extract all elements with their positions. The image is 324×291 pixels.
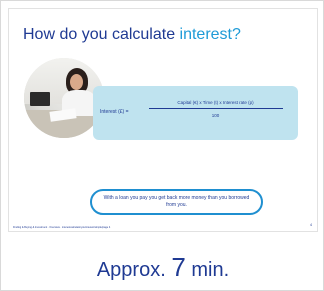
slide-page-number: 4 xyxy=(310,223,312,227)
callout-bubble: With a loan you pay you get back more mo… xyxy=(90,189,263,215)
formula-numerator: Capital (€) x Time (t) x Interest rate (… xyxy=(177,100,254,105)
woman-at-desk-photo xyxy=(24,58,104,138)
duration-label: Approx. 7 min. xyxy=(1,252,324,283)
formula-denominator: 100 xyxy=(211,113,220,118)
slide-footer: Finding & Buying & Investment · Overview… xyxy=(13,226,111,229)
lesson-card[interactable]: How do you calculate interest? Interest … xyxy=(0,0,324,291)
fraction-line xyxy=(149,108,283,109)
formula-left-side: Interest (£) = xyxy=(100,109,129,115)
callout-text: With a loan you pay you get back more mo… xyxy=(103,195,250,208)
slide-title-accent: interest? xyxy=(179,26,241,43)
formula-box: Interest (£) = Capital (€) x Time (t) x … xyxy=(93,86,298,140)
slide-title-prefix: How do you calculate xyxy=(23,26,180,43)
duration-prefix: Approx. xyxy=(96,259,166,281)
duration-number: 7 xyxy=(171,252,186,282)
slide-title: How do you calculate interest? xyxy=(23,26,241,44)
duration-unit: min. xyxy=(191,259,230,281)
slide-thumbnail[interactable]: How do you calculate interest? Interest … xyxy=(8,8,318,232)
